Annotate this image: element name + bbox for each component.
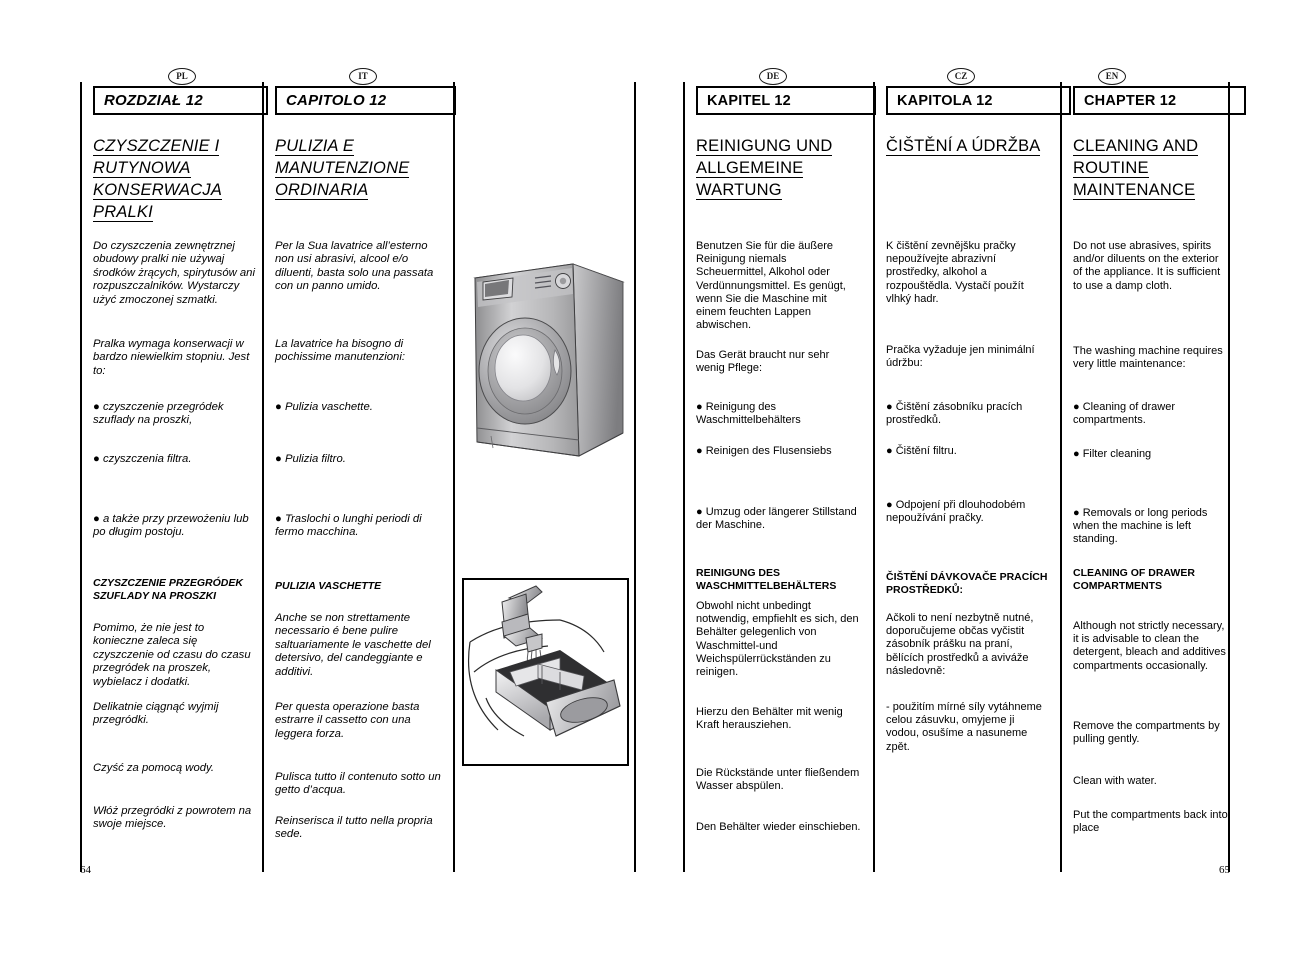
chapter-box-de: KAPITEL 12 (696, 86, 876, 115)
paragraph-en-6: Put the compartments back into place (1073, 809, 1228, 835)
bullet-pl-2: ● czyszczenia filtra. (93, 453, 192, 465)
page-number-right: 65 (1219, 864, 1230, 876)
paragraph-it-5: Pulisca tutto il contenuto sotto un gett… (275, 771, 441, 797)
page-right-edge-rule (1228, 82, 1230, 872)
paragraph-cz-1: K čištění zevnějšku pračky nepoužívejte … (886, 240, 1024, 305)
bullet-cz-1: ● Čištění zásobníku pracích prostředků. (886, 401, 1023, 427)
page-number-left: 64 (80, 864, 91, 876)
manual-page-spread: PL IT DE CZ EN ROZDZIAŁ 12 CZYSZCZENIE I… (0, 0, 1308, 954)
washing-machine-illustration (463, 258, 631, 463)
bullet-de-2: ● Reinigen des Flusensiebs (696, 445, 832, 457)
column-german: KAPITEL 12 REINIGUNG UND ALLGEMEINE WART… (683, 82, 876, 872)
paragraph-pl-6: Włóż przegródki z powrotem na swoje miej… (93, 805, 252, 831)
subheading-cz: ČIŠTĚNÍ DÁVKOVAČE PRACÍCH PROSTŘEDKŮ: (886, 571, 1048, 596)
chapter-box-it: CAPITOLO 12 (275, 86, 456, 115)
drawer-rinse-illustration (462, 578, 629, 766)
paragraph-cz-2: Pračka vyžaduje jen minimální údržbu: (886, 344, 1035, 370)
bullet-cz-3: ● Odpojení při dlouhodobém nepoužívání p… (886, 499, 1026, 525)
paragraph-de-4: Hierzu den Behälter mit wenig Kraft hera… (696, 706, 843, 732)
section-title-pl: CZYSZCZENIE I RUTYNOWA KONSERWACJA PRALK… (93, 137, 223, 222)
section-title-cz: ČIŠTĚNÍ A ÚDRŽBA (886, 137, 1041, 156)
column-polish: ROZDZIAŁ 12 CZYSZCZENIE I RUTYNOWA KONSE… (80, 82, 268, 872)
bullet-it-1: ● Pulizia vaschette. (275, 401, 373, 413)
paragraph-it-4: Per questa operazione basta estrarre il … (275, 701, 420, 740)
paragraph-en-2: The washing machine requires very little… (1073, 345, 1223, 371)
paragraph-de-5: Die Rückstände unter fließendem Wasser a… (696, 767, 860, 793)
bullet-en-2: ● Filter cleaning (1073, 448, 1152, 460)
subheading-it: PULIZIA VASCHETTE (275, 580, 382, 592)
paragraph-pl-4: Delikatnie ciągnąć wyjmij przegródki. (93, 701, 219, 727)
bullet-pl-1: ● czyszczenie przegródek szuflady na pro… (93, 401, 224, 427)
column-czech: KAPITOLA 12 ČIŠTĚNÍ A ÚDRŽBA K čištění z… (873, 82, 1071, 872)
subheading-pl: CZYSZCZENIE PRZEGRÓDEK SZUFLADY NA PROSZ… (93, 577, 243, 602)
page-65: KAPITEL 12 REINIGUNG UND ALLGEMEINE WART… (683, 82, 1246, 872)
chapter-box-en: CHAPTER 12 (1073, 86, 1246, 115)
bullet-cz-2: ● Čištění filtru. (886, 445, 957, 457)
bullet-en-1: ● Cleaning of drawer compartments. (1073, 401, 1176, 427)
paragraph-cz-4: - použitím mírné síly vytáhneme celou zá… (886, 701, 1042, 753)
paragraph-cz-3: Ačkoli to není nezbytně nutné, doporučuj… (886, 612, 1034, 677)
paragraph-de-1: Benutzen Sie für die äußere Reinigung ni… (696, 240, 846, 332)
paragraph-en-4: Remove the compartments by pulling gentl… (1073, 720, 1220, 746)
section-title-de: REINIGUNG UND ALLGEMEINE WARTUNG (696, 137, 833, 200)
paragraph-it-3: Anche se non strettamente necessario é b… (275, 612, 431, 678)
column-english: CHAPTER 12 CLEANING AND ROUTINE MAINTENA… (1060, 82, 1246, 872)
bullet-en-3: ● Removals or long periods when the mach… (1073, 507, 1208, 546)
section-title-en: CLEANING AND ROUTINE MAINTENANCE (1073, 137, 1199, 200)
subheading-en: CLEANING OF DRAWER COMPARTMENTS (1073, 567, 1195, 592)
paragraph-en-3: Although not strictly necessary, it is a… (1073, 620, 1226, 672)
column-italian: CAPITOLO 12 PULIZIA E MANUTENZIONE ORDIN… (262, 82, 456, 872)
paragraph-de-2: Das Gerät braucht nur sehr wenig Pflege: (696, 349, 830, 375)
paragraph-pl-1: Do czyszczenia zewnętrznej obudowy pralk… (93, 240, 255, 306)
chapter-box-pl: ROZDZIAŁ 12 (93, 86, 268, 115)
paragraph-it-2: La lavatrice ha bisogno di pochissime ma… (275, 338, 405, 364)
section-title-it: PULIZIA E MANUTENZIONE ORDINARIA (275, 137, 410, 200)
paragraph-de-6: Den Behälter wieder einschieben. (696, 821, 861, 833)
bullet-pl-3: ● a także przy przewożeniu lub po długim… (93, 513, 249, 539)
bullet-de-3: ● Umzug oder längerer Stillstand der Mas… (696, 506, 857, 532)
chapter-box-cz: KAPITOLA 12 (886, 86, 1071, 115)
bullet-it-2: ● Pulizia filtro. (275, 453, 346, 465)
paragraph-it-1: Per la Sua lavatrice all’esterno non usi… (275, 240, 434, 293)
paragraph-it-6: Reinserisca il tutto nella propria sede. (275, 815, 433, 841)
paragraph-en-5: Clean with water. (1073, 775, 1157, 787)
subheading-de: REINIGUNG DES WASCHMITTELBEHÄLTERS (696, 567, 837, 592)
bullet-it-3: ● Traslochi o lunghi periodi di fermo ma… (275, 513, 422, 539)
paragraph-pl-5: Czyść za pomocą wody. (93, 762, 214, 774)
bullet-de-1: ● Reinigung des Waschmittelbehälters (696, 401, 801, 427)
paragraph-pl-3: Pomimo, że nie jest to konieczne zaleca … (93, 622, 251, 688)
paragraph-en-1: Do not use abrasives, spirits and/or dil… (1073, 240, 1221, 292)
paragraph-de-3: Obwohl nicht unbedingt notwendig, empfie… (696, 600, 859, 679)
paragraph-pl-2: Pralka wymaga konserwacji w bardzo niewi… (93, 338, 250, 377)
